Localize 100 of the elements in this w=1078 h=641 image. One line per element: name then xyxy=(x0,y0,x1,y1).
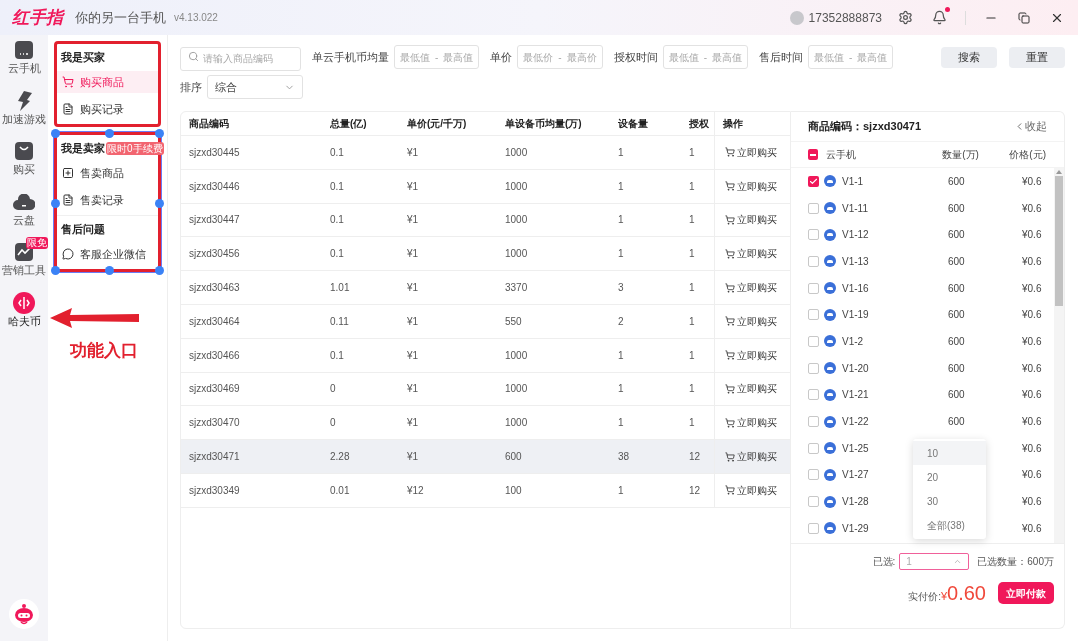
menu-item[interactable]: 售卖商品 xyxy=(57,162,158,184)
menu-item[interactable]: 购买商品 xyxy=(57,71,158,93)
checkbox[interactable] xyxy=(808,282,819,294)
device-name: V1-20 xyxy=(842,361,869,376)
reset-button[interactable]: 重置 xyxy=(1009,46,1065,68)
pay-now-button[interactable]: 立即付款 xyxy=(998,582,1054,604)
scroll-up-icon[interactable] xyxy=(1056,168,1062,176)
rail-item[interactable]: 加速游戏 xyxy=(0,85,48,136)
dropdown-option[interactable]: 10 xyxy=(913,441,986,465)
checkbox[interactable] xyxy=(808,442,819,454)
table-cell-text: ¥1 xyxy=(407,416,420,431)
scrollbar[interactable] xyxy=(1054,168,1064,543)
buy-now-link[interactable]: 立即购买 xyxy=(725,381,777,397)
rail-item[interactable]: 购买 xyxy=(0,136,48,187)
robot-mascot-icon[interactable] xyxy=(9,599,39,629)
table-row[interactable]: sjzxd30447 0.1 ¥1 1000 1 1 立即购买 xyxy=(181,203,790,238)
dropdown-option[interactable]: 全部(38) xyxy=(913,513,986,537)
table-cell-text: 1.01 xyxy=(330,281,351,296)
buy-now-link[interactable]: 立即购买 xyxy=(725,280,777,296)
table-cell-text: 1 xyxy=(689,145,696,160)
buy-now-link[interactable]: 立即购买 xyxy=(725,144,777,160)
rail-item[interactable]: 云手机 xyxy=(0,35,48,86)
selection-handle[interactable] xyxy=(51,266,60,275)
buy-now-link[interactable]: 立即购买 xyxy=(725,482,777,498)
avatar-icon xyxy=(789,10,804,25)
buy-now-link[interactable]: 立即购买 xyxy=(725,246,777,262)
checkbox[interactable] xyxy=(808,149,819,160)
dropdown-option[interactable]: 30 xyxy=(913,489,986,513)
checkbox[interactable] xyxy=(808,255,819,267)
rail-item[interactable]: 云盘 xyxy=(0,186,48,237)
buy-now-link[interactable]: 立即购买 xyxy=(725,313,777,329)
buy-now-link[interactable]: 立即购买 xyxy=(725,415,777,431)
restore-icon[interactable] xyxy=(1018,11,1030,24)
cloud-phone-icon xyxy=(824,522,836,535)
menu-item[interactable]: 售卖记录 xyxy=(57,189,158,211)
table-cell-text: 2 xyxy=(618,314,625,329)
table-cell-text: 38 xyxy=(618,450,631,465)
table-cell-text: sjzxd30471 xyxy=(188,450,241,465)
sort-dropdown[interactable]: 综合 xyxy=(207,75,303,99)
notification-bell[interactable] xyxy=(932,10,947,25)
checkbox[interactable] xyxy=(808,175,819,187)
checkbox[interactable] xyxy=(808,229,819,241)
rail-item[interactable]: 限免 营销工具 xyxy=(0,237,48,288)
table-row[interactable]: sjzxd30463 1.01 ¥1 3370 3 1 立即购买 xyxy=(181,271,790,305)
table-row[interactable]: sjzxd30445 0.1 ¥1 1000 1 1 立即购买 xyxy=(181,136,790,170)
table-cell-text: 0 xyxy=(330,382,337,397)
table-cell-text: 1 xyxy=(618,382,625,397)
selection-handle[interactable] xyxy=(155,129,164,138)
checkbox[interactable] xyxy=(808,362,819,374)
buy-now-link[interactable]: 立即购买 xyxy=(725,347,777,363)
table-cell-text: sjzxd30445 xyxy=(188,145,241,160)
table-cell-text: 12 xyxy=(689,483,702,498)
checkbox[interactable] xyxy=(808,496,819,508)
selection-handle[interactable] xyxy=(155,266,164,275)
selection-handle[interactable] xyxy=(105,129,114,138)
document-icon xyxy=(62,103,74,115)
device-name: V1-2 xyxy=(842,334,864,349)
selection-handle[interactable] xyxy=(155,199,164,208)
menu-item[interactable]: 客服企业微信 xyxy=(57,243,158,265)
selected-label: 已选: xyxy=(872,555,896,569)
table-row[interactable]: sjzxd30471 2.28 ¥1 600 38 12 立即购买 xyxy=(181,440,790,474)
table-row[interactable]: sjzxd30469 0 ¥1 1000 1 1 立即购买 xyxy=(181,372,790,407)
cloud-phone-icon xyxy=(824,468,836,481)
table-cell-text: 1000 xyxy=(505,145,529,160)
menu-item[interactable]: 购买记录 xyxy=(57,98,158,120)
pay-amount: ¥0.60 xyxy=(940,581,986,606)
selection-handle[interactable] xyxy=(51,129,60,138)
table-row[interactable]: sjzxd30349 0.01 ¥12 100 1 12 立即购买 xyxy=(181,473,790,508)
selection-handle[interactable] xyxy=(51,199,60,208)
search-button[interactable]: 搜索 xyxy=(941,46,997,68)
checkbox[interactable] xyxy=(808,389,819,401)
checkbox[interactable] xyxy=(808,202,819,214)
promo-badge: 限免 xyxy=(26,237,48,249)
dropdown-option[interactable]: 20 xyxy=(913,465,986,489)
checkbox[interactable] xyxy=(808,469,819,481)
search-field[interactable]: 请输入商品编码 xyxy=(180,46,301,71)
table-cell-text: 1 xyxy=(689,382,696,397)
settings-icon[interactable] xyxy=(898,10,913,25)
buy-now-link[interactable]: 立即购买 xyxy=(725,178,777,194)
device-name: V1-22 xyxy=(842,415,869,430)
checkbox[interactable] xyxy=(808,309,819,321)
table-row[interactable]: sjzxd30466 0.1 ¥1 1000 1 1 立即购买 xyxy=(181,338,790,373)
collapse-link[interactable]: 收起 xyxy=(1014,118,1047,135)
table-row[interactable]: sjzxd30464 0.11 ¥1 550 2 1 立即购买 xyxy=(181,305,790,339)
device-name: V1-25 xyxy=(842,441,869,456)
table-row[interactable]: sjzxd30456 0.1 ¥1 1000 1 1 立即购买 xyxy=(181,237,790,272)
buy-now-link[interactable]: 立即购买 xyxy=(725,212,777,228)
table-row[interactable]: sjzxd30446 0.1 ¥1 1000 1 1 立即购买 xyxy=(181,169,790,204)
buy-now-link[interactable]: 立即购买 xyxy=(725,449,777,465)
checkbox[interactable] xyxy=(808,416,819,428)
rail-item[interactable]: 哈夫币 xyxy=(0,287,48,338)
table-row[interactable]: sjzxd30470 0 ¥1 1000 1 1 立即购买 xyxy=(181,406,790,441)
checkbox[interactable] xyxy=(808,335,819,347)
column-header: 单价(元/千万) xyxy=(407,117,468,131)
table-cell-text: 1 xyxy=(689,348,696,363)
price-cell-text: ¥0.6 xyxy=(1022,334,1042,349)
table-cell-text: 1000 xyxy=(505,382,529,397)
selection-handle[interactable] xyxy=(105,266,114,275)
column-header: 价格(元) xyxy=(1009,148,1046,162)
checkbox[interactable] xyxy=(808,522,819,534)
